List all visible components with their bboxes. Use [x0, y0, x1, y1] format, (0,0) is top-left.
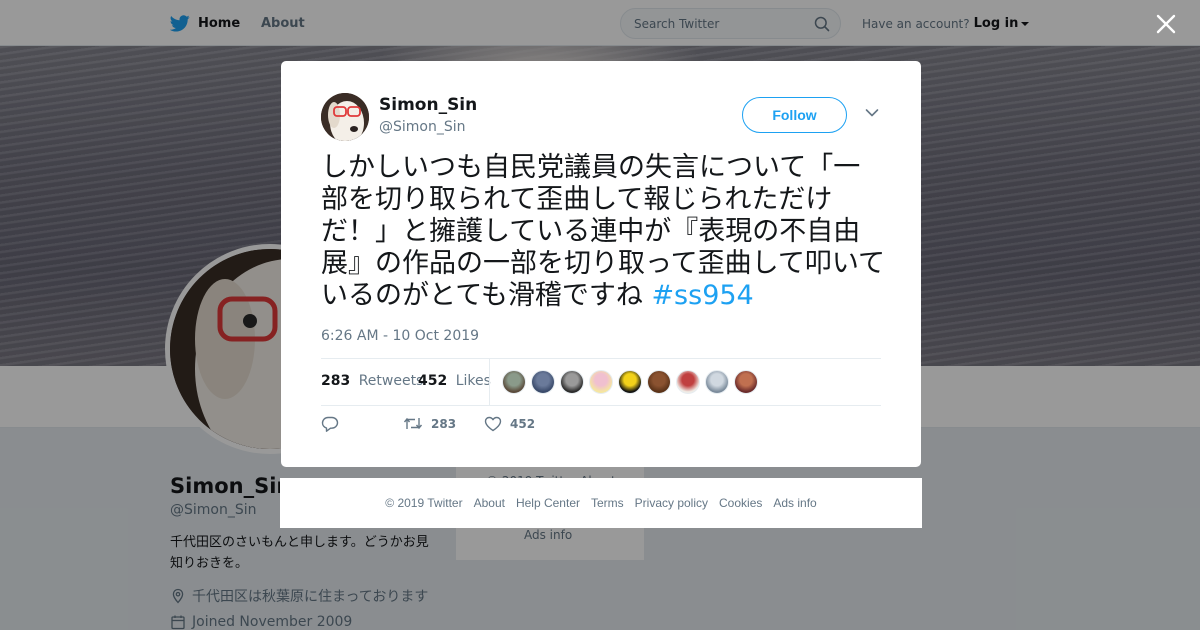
footer-link[interactable]: About	[474, 496, 505, 510]
liker-avatar[interactable]	[502, 370, 526, 394]
liker-avatar[interactable]	[734, 370, 758, 394]
reply-icon	[321, 416, 339, 432]
like-count: 452	[510, 417, 536, 431]
tweet-author-name[interactable]: Simon_Sin	[379, 95, 477, 115]
footer-link[interactable]: Terms	[591, 496, 624, 510]
liker-avatar[interactable]	[676, 370, 700, 394]
liker-avatar[interactable]	[531, 370, 555, 394]
liker-avatars	[502, 370, 758, 394]
likes-label: Likes	[455, 373, 491, 389]
liker-avatar[interactable]	[589, 370, 613, 394]
heart-icon	[484, 416, 502, 432]
follow-button[interactable]: Follow	[742, 97, 847, 133]
likes-count: 452	[418, 373, 448, 389]
stats-divider	[489, 359, 490, 405]
footer-link[interactable]: Help Center	[516, 496, 580, 510]
tweet-timestamp[interactable]: 6:26 AM - 10 Oct 2019	[321, 328, 479, 344]
footer-link[interactable]: Privacy policy	[635, 496, 708, 510]
retweet-count: 283	[431, 416, 457, 431]
hashtag-link[interactable]: #ss954	[651, 280, 753, 311]
liker-avatar[interactable]	[705, 370, 729, 394]
tweet-text: しかしいつも自民党議員の失言について「一部を切り取られて歪曲して報じられただけだ…	[321, 152, 886, 312]
footer-links: © 2019 Twitter About Help Center Terms Priva…	[280, 478, 922, 528]
liker-avatar[interactable]	[618, 370, 642, 394]
like-button[interactable]: 452	[484, 416, 535, 432]
retweets-stat[interactable]: 283 Retweets	[321, 373, 423, 389]
tweet-modal: Simon_Sin @Simon_Sin Follow しかしいつも自民党議員の…	[281, 61, 921, 467]
footer-copyright: © 2019 Twitter	[385, 496, 463, 510]
retweet-button[interactable]: 283	[403, 416, 456, 431]
tweet-stats: 283 Retweets 452 Likes	[321, 358, 881, 406]
retweet-icon	[403, 417, 423, 430]
tweet-author-handle[interactable]: @Simon_Sin	[379, 119, 466, 135]
tweet-author-avatar[interactable]	[321, 93, 369, 141]
footer-link[interactable]: Cookies	[719, 496, 762, 510]
likes-stat[interactable]: 452 Likes	[418, 373, 491, 389]
chevron-down-icon[interactable]	[865, 108, 879, 118]
tweet-body: しかしいつも自民党議員の失言について「一部を切り取られて歪曲して報じられただけだ…	[321, 152, 886, 311]
dog-avatar-image	[321, 93, 369, 141]
close-icon[interactable]	[1155, 13, 1177, 35]
retweets-count: 283	[321, 373, 351, 389]
retweets-label: Retweets	[358, 373, 424, 389]
reply-button[interactable]	[321, 416, 339, 432]
liker-avatar[interactable]	[560, 370, 584, 394]
tweet-actions: 283 452	[321, 416, 621, 440]
footer-link[interactable]: Ads info	[773, 496, 816, 510]
liker-avatar[interactable]	[647, 370, 671, 394]
